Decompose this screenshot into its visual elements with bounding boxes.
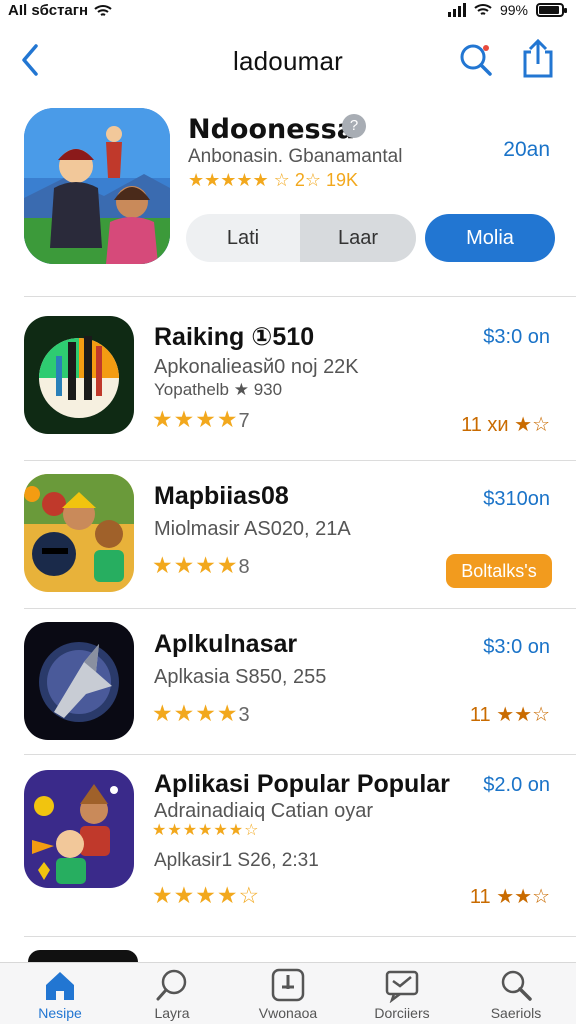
app-name: Raiking ①510 — [154, 323, 315, 351]
stars: ★★★★ — [152, 552, 239, 578]
app-icon[interactable] — [24, 474, 134, 592]
star-rating: ★★★★3 — [152, 700, 250, 727]
app-icon[interactable] — [24, 622, 134, 740]
segment-right[interactable]: Laar — [300, 214, 416, 262]
tab-label: Nesipe — [38, 1005, 82, 1021]
list-item[interactable]: Aplkulnasar Aplkasia S850, 255 ★★★★3 $3:… — [0, 622, 576, 752]
stars: ★★★★☆ — [152, 882, 261, 908]
app-name: Aplkulnasar — [154, 630, 298, 658]
search-icon[interactable] — [458, 42, 494, 78]
star-rating: ★★★★☆ — [152, 882, 260, 909]
star-rating: ★★★★7 — [152, 406, 250, 433]
tab-home[interactable]: Nesipe — [10, 963, 110, 1024]
app-meta: Aplkasir1 S26, 2:31 — [154, 850, 319, 871]
right-rating: 11 ★★☆ — [469, 704, 550, 726]
app-icon[interactable] — [24, 316, 134, 434]
right-rating: 11 ★★☆ — [469, 886, 550, 908]
segmented-control: Lati Laar — [186, 214, 416, 262]
signal-icon — [447, 3, 466, 17]
featured-app-icon[interactable] — [24, 108, 170, 264]
partial-list-item — [28, 950, 138, 962]
divider — [24, 608, 576, 609]
status-left: АIl ѕбстагн — [8, 2, 112, 19]
list-item[interactable]: Aplikasi Popular Popular Adrainadiaiq Ca… — [0, 770, 576, 920]
wifi-icon — [94, 4, 112, 16]
featured-app: Ndoonessa ? Anbonasin. Gbanamantal ★★★★★… — [0, 106, 576, 276]
get-button[interactable]: Molia — [425, 214, 555, 262]
star-rating: ★★★★8 — [152, 552, 250, 579]
right-rating: 11 хи ★☆ — [461, 414, 550, 436]
info-badge-icon[interactable]: ? — [342, 114, 366, 138]
segment-left[interactable]: Lati — [186, 214, 300, 262]
divider — [24, 754, 576, 755]
app-name: Mapbiias08 — [154, 482, 289, 510]
stars: ★★★★★★☆ — [152, 822, 260, 839]
tab-bar: Nesipe Layra Vwonaoa Dorciiers Saeriols — [0, 962, 576, 1024]
tab-dorciiers[interactable]: Dorciiers — [352, 963, 452, 1024]
battery-percent: 99% — [499, 2, 528, 18]
stars: ★★★★ — [152, 406, 239, 432]
search-icon — [501, 970, 532, 1001]
tab-label: Vwonaoa — [258, 1005, 318, 1021]
tab-label: Saeriols — [490, 1005, 542, 1021]
status-bar: АIl ѕбстагн 99% — [0, 0, 576, 24]
divider — [24, 296, 576, 297]
wifi-icon — [474, 4, 492, 15]
app-price: $2.0 on — [483, 774, 550, 796]
rating-count: 3 — [238, 704, 250, 726]
featured-app-subtitle: Anbonasin. Gbanamantal — [188, 146, 403, 167]
app-price: $3:0 on — [483, 636, 550, 658]
home-icon — [46, 972, 74, 1000]
list-item[interactable]: Mapbiias08 Miolmasir AS020, 21A ★★★★8 $3… — [0, 474, 576, 604]
action-button[interactable]: Boltalks's — [446, 554, 552, 588]
app-subtitle: Apkonalieasй0 noj 22K — [154, 356, 359, 378]
tab-label: Dorciiers — [374, 1005, 430, 1021]
featured-app-rating: ★★★★★ ☆ 2☆ 19K — [188, 170, 358, 191]
plus-box-icon — [271, 968, 305, 1002]
featured-app-price: 20an — [503, 138, 550, 161]
app-price: $310on — [483, 488, 550, 510]
share-icon[interactable] — [520, 38, 556, 80]
battery-icon — [536, 3, 567, 17]
rating-count: 7 — [238, 410, 250, 432]
nav-bar: ladoumar — [0, 30, 576, 94]
search-bubble-icon — [156, 969, 187, 1001]
message-icon — [385, 970, 419, 1003]
app-meta: Yopathelb ★ 930 — [154, 380, 283, 399]
divider — [24, 936, 576, 937]
divider — [24, 460, 576, 461]
list-item[interactable]: Raiking ①510 Apkonalieasй0 noj 22K Yopat… — [0, 316, 576, 456]
app-price: $3:0 on — [483, 326, 550, 348]
carrier-text: АIl ѕбстагн — [8, 2, 89, 19]
stars: ★★★★ — [152, 700, 239, 726]
star-rating-small: ★★★★★★☆ — [152, 820, 259, 840]
tab-saeriols[interactable]: Saeriols — [466, 963, 566, 1024]
app-subtitle: Miolmasir AS020, 21A — [154, 518, 351, 540]
app-subtitle: Aplkasia S850, 255 — [154, 666, 327, 688]
tab-vwonaoa[interactable]: Vwonaoa — [238, 963, 338, 1024]
tab-layra[interactable]: Layra — [122, 963, 222, 1024]
rating-count: 8 — [238, 556, 250, 578]
rating-text: ★★★★★ ☆ 2☆ 19K — [188, 170, 358, 190]
status-right: 99% — [447, 2, 567, 18]
featured-app-name: Ndoonessa — [188, 114, 355, 145]
tab-label: Layra — [154, 1005, 190, 1021]
app-name: Aplikasi Popular Popular — [154, 770, 450, 798]
app-icon[interactable] — [24, 770, 134, 888]
